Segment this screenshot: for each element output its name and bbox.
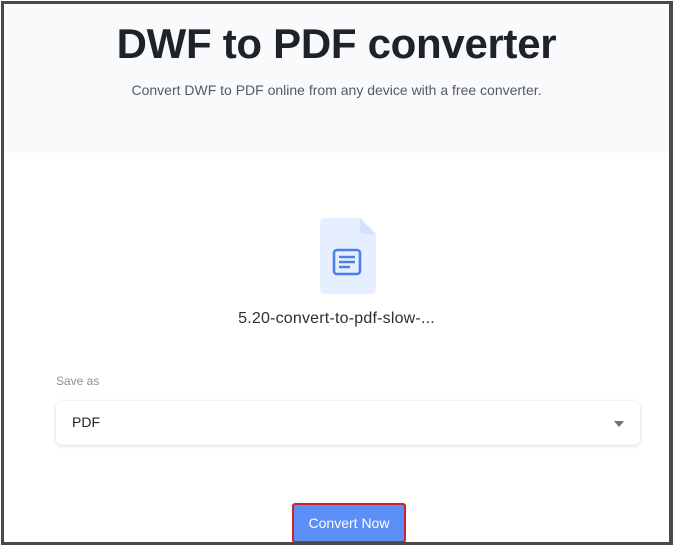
document-icon [320,218,376,294]
chevron-down-icon [614,421,624,427]
hero-section: DWF to PDF converter Convert DWF to PDF … [4,4,669,153]
save-as-label: Save as [56,374,100,388]
browser-frame: DWF to PDF converter Convert DWF to PDF … [1,1,673,545]
file-card[interactable] [320,218,376,294]
save-as-selected-value: PDF [72,414,100,430]
file-name: 5.20-convert-to-pdf-slow-... [238,310,435,327]
page-title: DWF to PDF converter [116,20,557,67]
save-as-select[interactable]: PDF [56,401,640,445]
page-subtitle: Convert DWF to PDF online from any devic… [131,82,542,98]
convert-now-button[interactable]: Convert Now [292,503,406,542]
